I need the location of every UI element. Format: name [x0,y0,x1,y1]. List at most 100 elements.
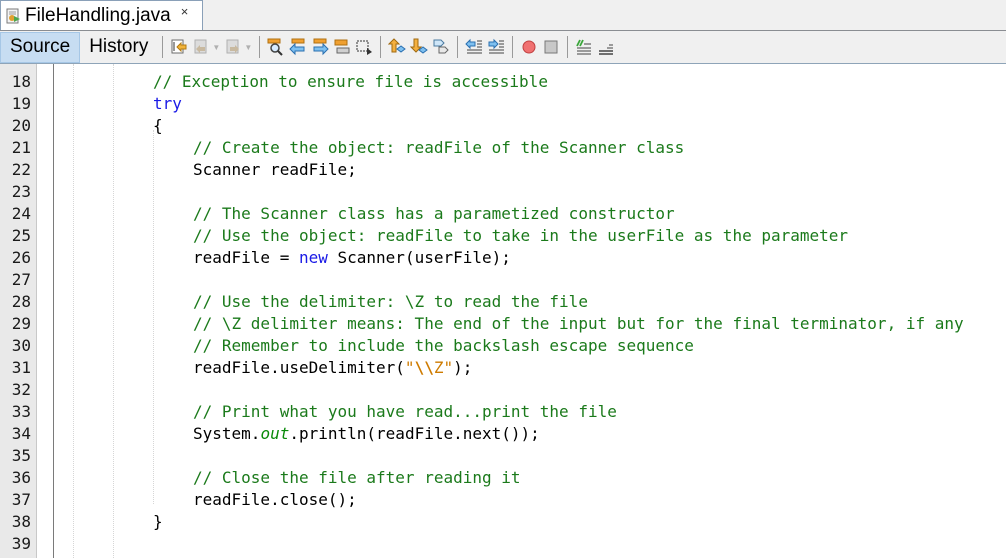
code-line[interactable]: 24 // The Scanner class has a parametized… [0,203,1006,225]
stop-macro-recording-icon[interactable] [540,36,562,58]
code-text: // Create the object: readFile of the Sc… [193,137,684,159]
token-esc: \\ [414,358,434,377]
line-number: 32 [11,380,31,399]
code-line[interactable]: 38} [0,511,1006,533]
shift-left-icon[interactable] [463,36,485,58]
comment-icon[interactable] [573,36,595,58]
token-plain: ); [453,358,473,377]
token-comment: // Remember to include the backslash esc… [193,336,694,355]
code-line[interactable]: 31 readFile.useDelimiter("\\Z"); [0,357,1006,379]
code-text: } [153,511,163,533]
history-view-button[interactable]: History [80,32,157,63]
line-number: 22 [11,160,31,179]
line-number: 18 [11,72,31,91]
line-number: 39 [11,534,31,553]
code-text: readFile.close(); [193,489,357,511]
line-number: 31 [11,358,31,377]
next-bookmark-icon[interactable] [408,36,430,58]
toggle-highlight-icon[interactable] [331,36,353,58]
shift-right-icon[interactable] [485,36,507,58]
code-line[interactable]: 23 [0,181,1006,203]
line-number: 35 [11,446,31,465]
code-text: Scanner readFile; [193,159,357,181]
code-line[interactable]: 36 // Close the file after reading it [0,467,1006,489]
token-str: " [404,358,415,377]
token-field: out [260,424,290,443]
code-line[interactable]: 35 [0,445,1006,467]
line-number: 33 [11,402,31,421]
token-plain: } [153,512,163,531]
back-icon[interactable] [190,36,212,58]
code-line[interactable]: 25 // Use the object: readFile to take in… [0,225,1006,247]
code-line[interactable]: 33 // Print what you have read...print th… [0,401,1006,423]
toolbar-separator [259,36,261,58]
code-text: try [153,93,182,115]
code-text: // Use the delimiter: \Z to read the fil… [193,291,588,313]
find-selection-icon[interactable] [265,36,287,58]
forward-icon[interactable] [222,36,244,58]
token-plain: Scanner readFile; [193,160,357,179]
code-line[interactable]: 18 // Exception to ensure file is accessi… [0,71,1006,93]
code-line[interactable]: 20 { [0,115,1006,137]
close-tab-icon[interactable]: × [181,4,189,19]
code-text: // Close the file after reading it [193,467,521,489]
code-text: // Exception to ensure file is accessibl… [153,71,548,93]
token-plain: System. [193,424,261,443]
line-number: 21 [11,138,31,157]
code-line[interactable]: 29 // \Z delimiter means: The end of the … [0,313,1006,335]
line-number: 37 [11,490,31,509]
code-line[interactable]: 27 [0,269,1006,291]
source-view-button[interactable]: Source [0,31,81,63]
token-comment: // Exception to ensure file is accessibl… [153,72,548,91]
code-line[interactable]: 34 System.out.println(readFile.next()); [0,423,1006,445]
code-text: System.out.println(readFile.next()); [193,423,540,445]
code-line[interactable]: 28 // Use the delimiter: \Z to read the f… [0,291,1006,313]
code-line[interactable]: 32 [0,379,1006,401]
token-plain: .println(readFile.next()); [289,424,540,443]
toolbar-separator [512,36,514,58]
line-number: 27 [11,270,31,289]
find-next-icon[interactable] [309,36,331,58]
token-plain: readFile = [193,248,299,267]
token-plain: { [153,116,163,135]
token-comment: // Create the object: readFile of the Sc… [193,138,685,157]
code-text: readFile = new Scanner(userFile); [193,247,511,269]
editor-tab-bar: FileHandling.java × [0,0,1006,31]
code-line[interactable]: 37 readFile.close(); [0,489,1006,511]
line-number: 30 [11,336,31,355]
line-number: 19 [11,94,31,113]
find-previous-icon[interactable] [287,36,309,58]
code-line[interactable]: 26 readFile = new Scanner(userFile); [0,247,1006,269]
line-number: 24 [11,204,31,223]
line-number: 26 [11,248,31,267]
last-edit-icon[interactable] [168,36,190,58]
line-number: 20 [11,116,31,135]
line-number: 38 [11,512,31,531]
start-macro-recording-icon[interactable] [518,36,540,58]
uncomment-icon[interactable] [595,36,617,58]
token-comment: // Use the delimiter: \Z to read the fil… [193,292,588,311]
code-line[interactable]: 19 try [0,93,1006,115]
code-line[interactable]: 21 // Create the object: readFile of the … [0,137,1006,159]
token-comment: // Close the file after reading it [193,468,521,487]
code-line[interactable]: 30 // Remember to include the backslash e… [0,335,1006,357]
back-dropdown-icon[interactable]: ▼ [212,43,220,52]
code-text: { [153,115,163,137]
code-line[interactable]: 39 [0,533,1006,555]
toolbar-separator [162,36,164,58]
code-line[interactable]: 22 Scanner readFile; [0,159,1006,181]
code-text: // Use the object: readFile to take in t… [193,225,848,247]
toggle-rect-selection-icon[interactable] [353,36,375,58]
previous-bookmark-icon[interactable] [386,36,408,58]
line-number: 25 [11,226,31,245]
toggle-bookmark-icon[interactable] [430,36,452,58]
tab-filehandling-java[interactable]: FileHandling.java × [0,0,203,30]
code-text: // The Scanner class has a parametized c… [193,203,675,225]
forward-dropdown-icon[interactable]: ▼ [244,43,252,52]
token-plain: readFile.close(); [193,490,357,509]
toolbar-separator [567,36,569,58]
tab-title: FileHandling.java [25,4,171,26]
line-number: 28 [11,292,31,311]
code-editor[interactable]: 18 // Exception to ensure file is accessi… [0,64,1006,558]
token-plain: readFile.useDelimiter( [193,358,405,377]
